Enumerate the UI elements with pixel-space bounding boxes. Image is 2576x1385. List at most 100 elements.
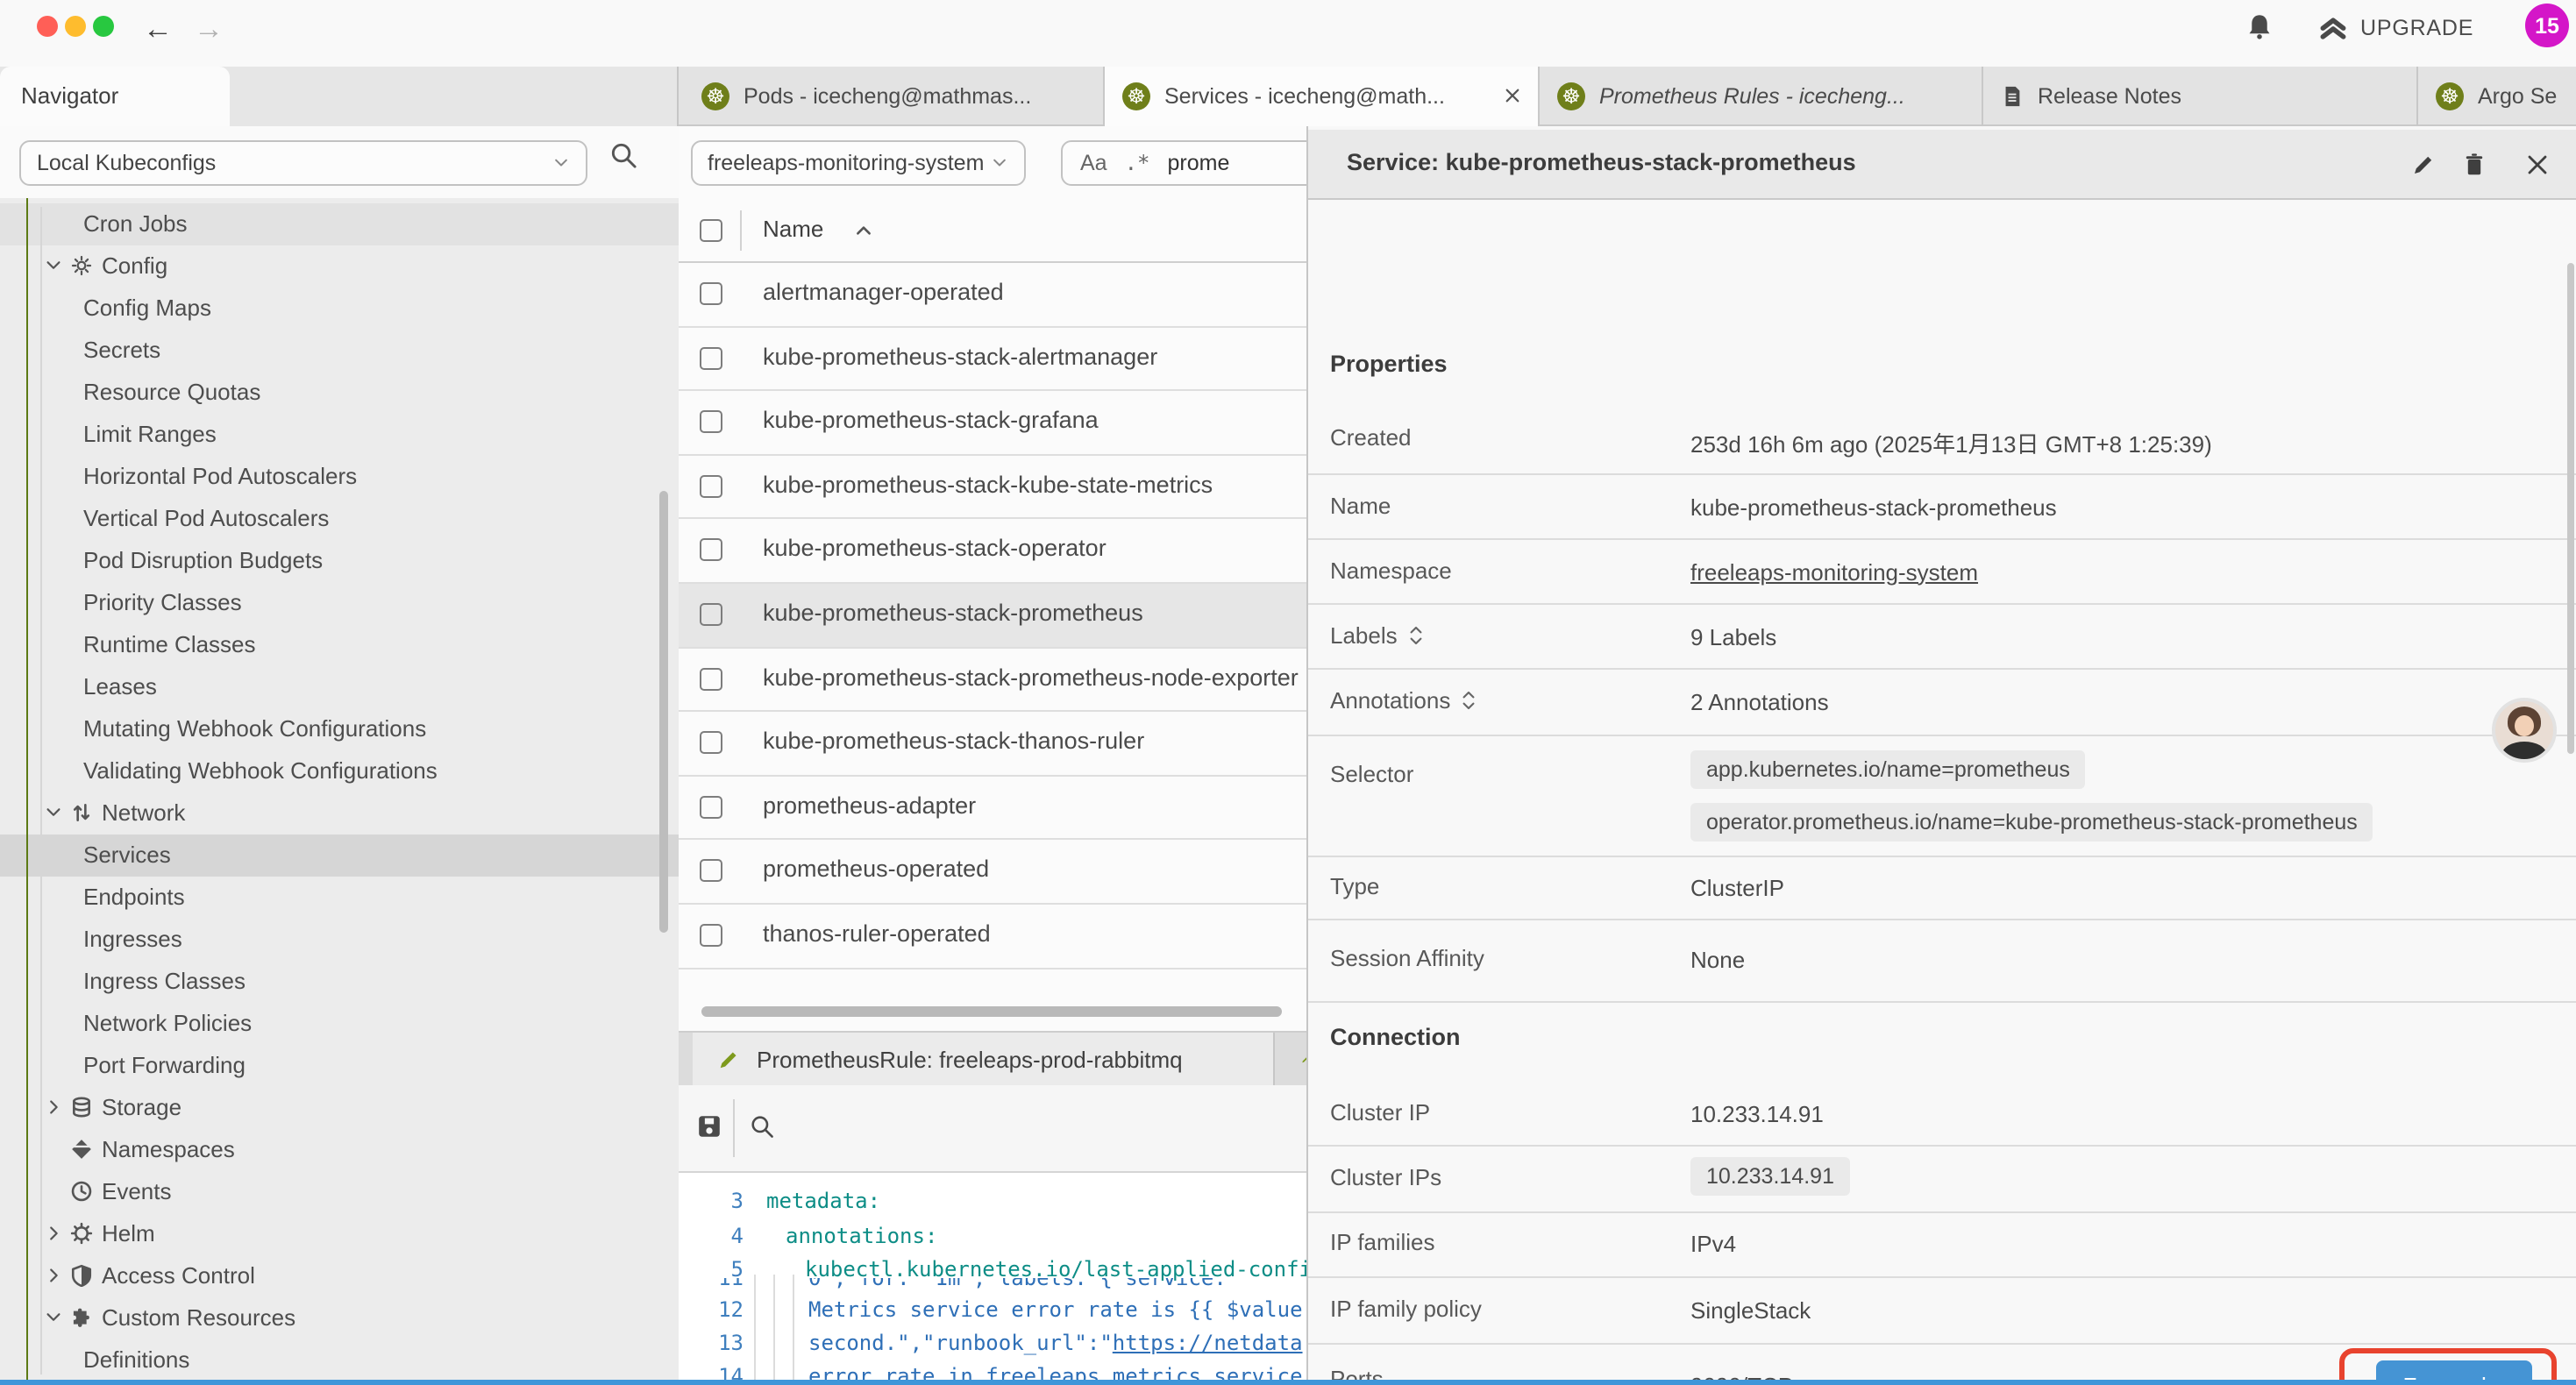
sidebar-item-ingresses[interactable]: Ingresses bbox=[0, 918, 679, 960]
table-horizontal-scrollbar[interactable] bbox=[701, 1006, 1282, 1017]
sidebar-item-network[interactable]: Network bbox=[0, 792, 679, 834]
detail-scrollbar[interactable] bbox=[2567, 263, 2574, 754]
sidebar-item-config-maps[interactable]: Config Maps bbox=[0, 287, 679, 329]
code-line-11: 110", for: "1m", labels: { service: " bbox=[679, 1277, 1308, 1295]
table-row[interactable]: kube-prometheus-stack-operator bbox=[679, 520, 1308, 584]
minimize-window-button[interactable] bbox=[65, 15, 86, 36]
sidebar-item-resource-quotas[interactable]: Resource Quotas bbox=[0, 371, 679, 413]
sidebar-item-mutating-webhook-configurations[interactable]: Mutating Webhook Configurations bbox=[0, 707, 679, 749]
sidebar-item-priority-classes[interactable]: Priority Classes bbox=[0, 581, 679, 623]
sidebar-item-custom-resources[interactable]: Custom Resources bbox=[0, 1296, 679, 1339]
editor-tab-prometheusrule[interactable]: PrometheusRule: freeleaps-prod-rabbitmq bbox=[692, 1032, 1274, 1087]
sidebar-item-events[interactable]: Events bbox=[0, 1170, 679, 1212]
row-checkbox[interactable] bbox=[700, 346, 722, 369]
sidebar-item-horizontal-pod-autoscalers[interactable]: Horizontal Pod Autoscalers bbox=[0, 455, 679, 497]
table-row[interactable]: alertmanager-operated bbox=[679, 263, 1308, 327]
tab-argo-se[interactable]: ☸Argo Se bbox=[2418, 66, 2576, 125]
sidebar-item-endpoints[interactable]: Endpoints bbox=[0, 876, 679, 918]
sidebar-item-cron-jobs[interactable]: Cron Jobs bbox=[0, 202, 679, 245]
row-checkbox[interactable] bbox=[700, 924, 722, 947]
sidebar-item-runtime-classes[interactable]: Runtime Classes bbox=[0, 623, 679, 665]
tab-release-notes[interactable]: Release Notes bbox=[1983, 66, 2418, 125]
close-icon[interactable] bbox=[2525, 152, 2550, 176]
sidebar-search-icon[interactable] bbox=[608, 140, 638, 170]
column-header-name[interactable]: Name bbox=[763, 215, 823, 241]
yaml-editor[interactable]: 3metadata:4annotations:5kubectl.kubernet… bbox=[679, 1172, 1308, 1379]
table-row[interactable]: thanos-ruler-operated bbox=[679, 905, 1308, 969]
detail-row-value: 9 Labels bbox=[1690, 623, 1776, 650]
table-row[interactable]: prometheus-operated bbox=[679, 841, 1308, 905]
row-checkbox[interactable] bbox=[700, 539, 722, 562]
filter-search-input[interactable]: Aa .* prome bbox=[1061, 140, 1308, 186]
row-checkbox[interactable] bbox=[700, 603, 722, 626]
value-chip: operator.prometheus.io/name=kube-prometh… bbox=[1690, 802, 2373, 841]
line-number: 11 bbox=[679, 1277, 744, 1295]
assistant-avatar[interactable] bbox=[2492, 698, 2557, 763]
table-row[interactable]: kube-prometheus-stack-kube-state-metrics bbox=[679, 456, 1308, 520]
tab-services-icecheng-math[interactable]: ☸Services - icecheng@math... bbox=[1105, 66, 1540, 125]
tab-prometheus-rules-icecheng[interactable]: ☸Prometheus Rules - icecheng... bbox=[1540, 66, 1983, 125]
sidebar-item-helm[interactable]: Helm bbox=[0, 1212, 679, 1254]
sidebar-item-port-forwarding[interactable]: Port Forwarding bbox=[0, 1044, 679, 1086]
detail-row-annotations: Annotations2 Annotations bbox=[1308, 670, 2576, 735]
namespace-selector[interactable]: freeleaps-monitoring-system bbox=[690, 140, 1025, 186]
value-chip: app.kubernetes.io/name=prometheus bbox=[1690, 749, 2086, 788]
match-case-toggle[interactable]: Aa bbox=[1080, 151, 1107, 175]
row-checkbox[interactable] bbox=[700, 282, 722, 305]
detail-body: PropertiesCreated253d 16h 6m ago (2025年1… bbox=[1308, 201, 2576, 1379]
sidebar-item-services[interactable]: Services bbox=[0, 834, 679, 876]
sidebar-scrollbar[interactable] bbox=[659, 491, 668, 933]
row-checkbox[interactable] bbox=[700, 667, 722, 690]
namespace-link[interactable]: freeleaps-monitoring-system bbox=[1690, 558, 1978, 585]
zoom-window-button[interactable] bbox=[93, 15, 114, 36]
editor-tab-partial[interactable] bbox=[1276, 1032, 1308, 1087]
select-all-checkbox[interactable] bbox=[700, 218, 722, 241]
close-tab-icon[interactable] bbox=[1505, 88, 1520, 103]
sidebar-item-access-control[interactable]: Access Control bbox=[0, 1254, 679, 1296]
sidebar-item-label: Vertical Pod Autoscalers bbox=[0, 505, 329, 531]
sidebar-item-secrets[interactable]: Secrets bbox=[0, 329, 679, 371]
sidebar-item-label: Mutating Webhook Configurations bbox=[0, 715, 426, 742]
table-row[interactable]: kube-prometheus-stack-grafana bbox=[679, 391, 1308, 455]
row-checkbox[interactable] bbox=[700, 860, 722, 883]
sidebar-item-label: Validating Webhook Configurations bbox=[0, 757, 438, 784]
forward-arrow-icon[interactable]: → bbox=[189, 7, 228, 53]
back-arrow-icon[interactable]: ← bbox=[139, 7, 177, 53]
editor-search-icon[interactable] bbox=[749, 1113, 775, 1140]
row-checkbox[interactable] bbox=[700, 731, 722, 754]
sidebar-item-network-policies[interactable]: Network Policies bbox=[0, 1002, 679, 1044]
sidebar-item-limit-ranges[interactable]: Limit Ranges bbox=[0, 413, 679, 455]
code-line-4: 4annotations: bbox=[679, 1219, 1308, 1254]
sidebar-item-vertical-pod-autoscalers[interactable]: Vertical Pod Autoscalers bbox=[0, 497, 679, 539]
upgrade-button[interactable]: UPGRADE bbox=[2318, 9, 2473, 47]
regex-toggle[interactable]: .* bbox=[1125, 151, 1150, 175]
notification-count-badge[interactable]: 15 bbox=[2525, 4, 2569, 47]
tab-pods-icecheng-mathmas[interactable]: ☸Pods - icecheng@mathmas... bbox=[684, 66, 1105, 125]
sidebar-item-pod-disruption-budgets[interactable]: Pod Disruption Budgets bbox=[0, 539, 679, 581]
tab-navigator[interactable]: Navigator bbox=[0, 66, 230, 125]
row-checkbox[interactable] bbox=[700, 475, 722, 498]
notifications-bell-icon[interactable] bbox=[2245, 10, 2274, 43]
table-row[interactable]: prometheus-adapter bbox=[679, 777, 1308, 841]
save-icon[interactable] bbox=[696, 1113, 722, 1140]
table-row[interactable]: kube-prometheus-stack-prometheus-node-ex… bbox=[679, 648, 1308, 712]
table-row[interactable]: kube-prometheus-stack-prometheus bbox=[679, 584, 1308, 648]
sidebar-item-label: Horizontal Pod Autoscalers bbox=[0, 463, 357, 489]
sort-ascending-icon[interactable] bbox=[854, 220, 873, 239]
sidebar-item-namespaces[interactable]: Namespaces bbox=[0, 1128, 679, 1170]
table-row[interactable]: kube-prometheus-stack-alertmanager bbox=[679, 327, 1308, 391]
sidebar-item-ingress-classes[interactable]: Ingress Classes bbox=[0, 960, 679, 1002]
kubeconfig-selector[interactable]: Local Kubeconfigs bbox=[19, 140, 587, 186]
edit-pencil-icon[interactable] bbox=[2411, 152, 2436, 176]
row-checkbox[interactable] bbox=[700, 410, 722, 433]
close-window-button[interactable] bbox=[37, 15, 58, 36]
delete-trash-icon[interactable] bbox=[2462, 152, 2487, 176]
detail-row-session-affinity: Session AffinityNone bbox=[1308, 920, 2576, 1002]
sidebar-item-config[interactable]: Config bbox=[0, 245, 679, 287]
sidebar-item-storage[interactable]: Storage bbox=[0, 1086, 679, 1128]
sidebar-item-validating-webhook-configurations[interactable]: Validating Webhook Configurations bbox=[0, 749, 679, 792]
row-checkbox[interactable] bbox=[700, 796, 722, 819]
sidebar-item-leases[interactable]: Leases bbox=[0, 665, 679, 707]
table-row[interactable]: kube-prometheus-stack-thanos-ruler bbox=[679, 712, 1308, 776]
sidebar-item-definitions[interactable]: Definitions bbox=[0, 1339, 679, 1379]
